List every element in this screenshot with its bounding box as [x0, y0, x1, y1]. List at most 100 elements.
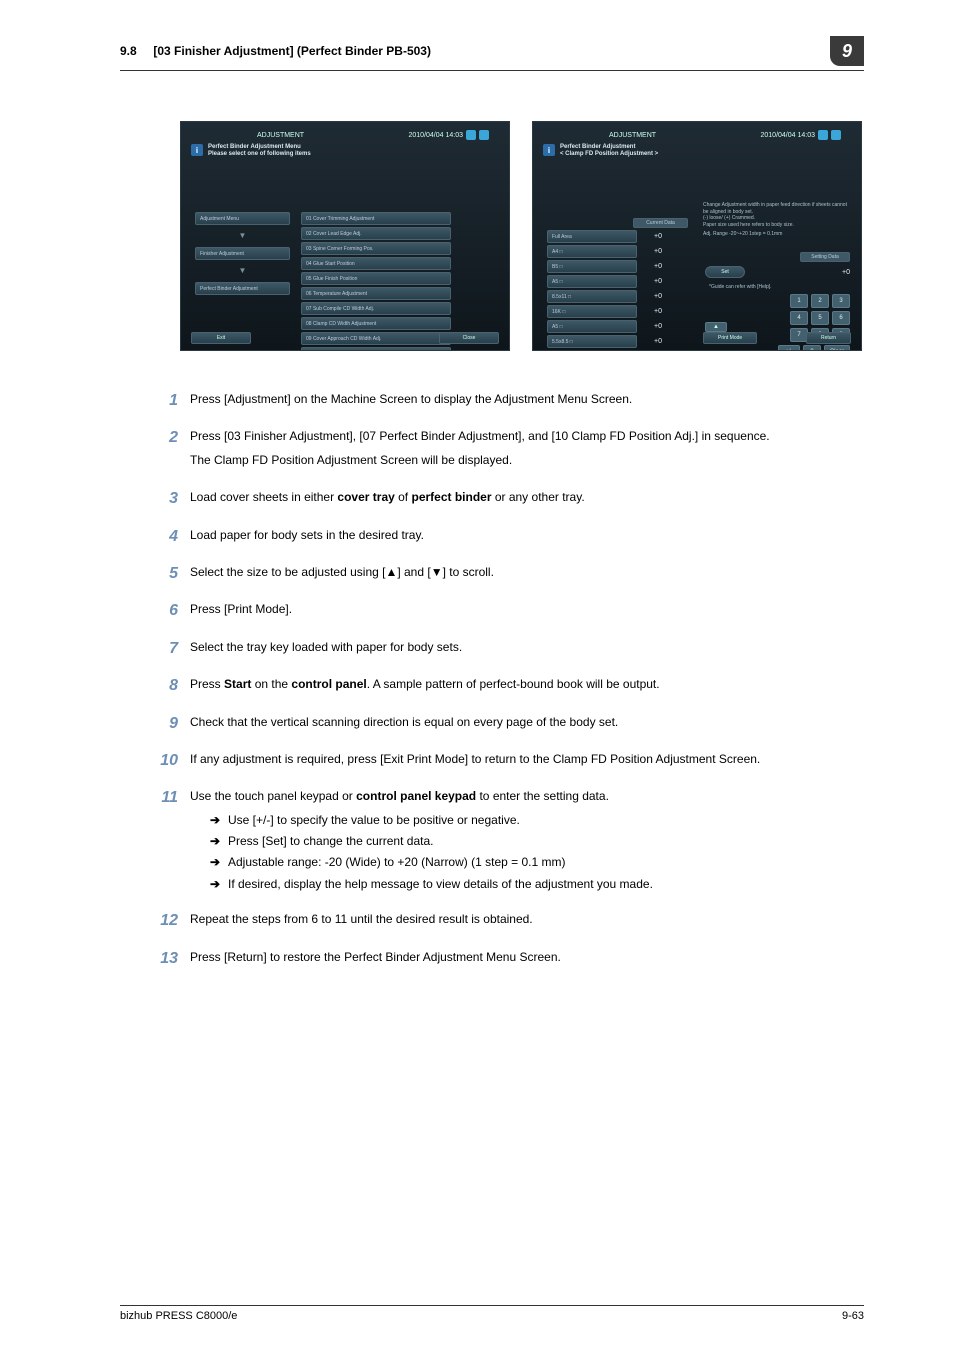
footer-left: bizhub PRESS C8000/e	[120, 1310, 237, 1322]
step: 7Select the tray key loaded with paper f…	[160, 639, 864, 662]
step-body: Select the tray key loaded with paper fo…	[190, 639, 462, 662]
step-number: 7	[160, 639, 190, 662]
list-item[interactable]: 02 Cover Lead Edge Adj.	[301, 227, 451, 240]
size-button[interactable]: B5 □	[547, 260, 637, 273]
size-button[interactable]: Full Area	[547, 230, 637, 243]
keypad-key[interactable]: 5	[811, 311, 829, 325]
size-value: +0	[643, 338, 673, 345]
size-value: +0	[643, 263, 673, 270]
keypad-key[interactable]: 6	[832, 311, 850, 325]
list-item[interactable]: 03 Spine Corner Forming Pos.	[301, 242, 451, 255]
size-button[interactable]: A5 □	[547, 275, 637, 288]
keypad-clear[interactable]: Clear	[824, 345, 850, 351]
table-row: 8.5x11 □+0	[547, 290, 697, 303]
steps-list: 1Press [Adjustment] on the Machine Scree…	[160, 391, 864, 972]
breadcrumb-perfect-binder[interactable]: Perfect Binder Adjustment	[195, 282, 290, 295]
step-number: 13	[160, 949, 190, 972]
info-text: Perfect Binder Adjustment Menu Please se…	[208, 144, 311, 158]
step-text: Check that the vertical scanning directi…	[190, 714, 618, 731]
size-button[interactable]: 16K □	[547, 305, 637, 318]
close-button[interactable]: Close	[439, 332, 499, 344]
list-item[interactable]: 05 Glue Finish Position	[301, 272, 451, 285]
screen-info: i Perfect Binder Adjustment < Clamp FD P…	[543, 144, 851, 158]
info-text: Perfect Binder Adjustment < Clamp FD Pos…	[560, 144, 658, 158]
chapter-badge: 9	[830, 36, 864, 66]
breadcrumb-adjustment[interactable]: Adjustment Menu	[195, 212, 290, 225]
step-text: Press [03 Finisher Adjustment], [07 Perf…	[190, 428, 770, 445]
return-button[interactable]: Return	[806, 332, 851, 344]
keypad-key[interactable]: 2	[811, 294, 829, 308]
step-text: Load cover sheets in either cover tray o…	[190, 489, 585, 506]
screen-datetime: 2010/04/04 14:03	[761, 132, 816, 139]
step-body: Load paper for body sets in the desired …	[190, 527, 424, 550]
exit-button[interactable]: Exit	[191, 332, 251, 344]
step-text: Load paper for body sets in the desired …	[190, 527, 424, 544]
adjustment-list: 01 Cover Trimming Adjustment 02 Cover Le…	[301, 212, 451, 351]
table-row: A4 □+0	[547, 245, 697, 258]
set-button[interactable]: Set	[705, 266, 745, 278]
keypad-key[interactable]: 4	[790, 311, 808, 325]
list-item[interactable]: 07 Sub Compile CD Width Adj.	[301, 302, 451, 315]
arrow-icon: ➔	[210, 833, 228, 850]
scroll-up-button[interactable]: ▲	[705, 322, 727, 332]
screen-clamp-fd-adjustment: ADJUSTMENT 2010/04/04 14:03 i Perfect Bi…	[532, 121, 862, 351]
breadcrumb-menu: Adjustment Menu ▼ Finisher Adjustment ▼ …	[195, 212, 290, 295]
step-body: Repeat the steps from 6 to 11 until the …	[190, 911, 533, 934]
screenshots-row: ADJUSTMENT 2010/04/04 14:03 i Perfect Bi…	[180, 121, 864, 351]
step-number: 1	[160, 391, 190, 414]
step: 2Press [03 Finisher Adjustment], [07 Per…	[160, 428, 864, 475]
help-note: *Guide can refer with [Help].	[709, 284, 850, 290]
chevron-down-icon: ▼	[195, 233, 290, 239]
step: 9Check that the vertical scanning direct…	[160, 714, 864, 737]
size-value: +0	[643, 308, 673, 315]
breadcrumb-finisher[interactable]: Finisher Adjustment	[195, 247, 290, 260]
size-button[interactable]: 8.5x11 □	[547, 290, 637, 303]
step-text: Press [Adjustment] on the Machine Screen…	[190, 391, 632, 408]
step-number: 9	[160, 714, 190, 737]
step: 11Use the touch panel keypad or control …	[160, 788, 864, 897]
info-line1: Perfect Binder Adjustment	[560, 144, 658, 151]
arrow-icon: ➔	[210, 854, 228, 871]
step: 13Press [Return] to restore the Perfect …	[160, 949, 864, 972]
help-icon[interactable]	[831, 130, 841, 140]
keypad-bottom: +/- 0 Clear	[705, 345, 850, 351]
keypad-key[interactable]: 1	[790, 294, 808, 308]
size-button[interactable]: A5 □	[547, 320, 637, 333]
current-data-label: Current Data	[633, 218, 688, 228]
footer-row: bizhub PRESS C8000/e 9-63	[120, 1310, 864, 1322]
keypad-plusminus[interactable]: +/-	[778, 345, 800, 351]
screen-name: ADJUSTMENT	[251, 131, 310, 140]
section-number: 9.8	[120, 44, 137, 58]
keypad-key[interactable]: 0	[803, 345, 821, 351]
help-icon[interactable]	[479, 130, 489, 140]
memory-icon	[466, 130, 476, 140]
screen-bottom-bar: Exit Close	[191, 332, 499, 344]
info-line2: Please select one of following items	[208, 151, 311, 158]
step-body: Press [Adjustment] on the Machine Screen…	[190, 391, 632, 414]
list-item[interactable]: 04 Glue Start Position	[301, 257, 451, 270]
sub-item: ➔Adjustable range: -20 (Wide) to +20 (Na…	[210, 854, 653, 871]
step-body: Press [03 Finisher Adjustment], [07 Perf…	[190, 428, 770, 475]
info-icon: i	[191, 144, 203, 156]
list-item[interactable]: 10 Clamp FD Position Adj.	[301, 347, 451, 351]
sub-item: ➔Press [Set] to change the current data.	[210, 833, 653, 850]
sub-item: ➔If desired, display the help message to…	[210, 876, 653, 893]
screen-topbar: ADJUSTMENT 2010/04/04 14:03	[251, 128, 489, 142]
keypad-key[interactable]: 3	[832, 294, 850, 308]
footer-right: 9-63	[842, 1310, 864, 1322]
step-number: 5	[160, 564, 190, 587]
size-rows: Full Area+0 A4 □+0 B5 □+0 A5 □+0 8.5x11 …	[547, 230, 697, 348]
list-item[interactable]: 08 Clamp CD Width Adjustment	[301, 317, 451, 330]
size-button[interactable]: A4 □	[547, 245, 637, 258]
sub-list: ➔Use [+/-] to specify the value to be po…	[190, 812, 653, 894]
list-item[interactable]: 06 Temperature Adjustment	[301, 287, 451, 300]
header-title: 9.8 [03 Finisher Adjustment] (Perfect Bi…	[120, 44, 431, 58]
list-item[interactable]: 01 Cover Trimming Adjustment	[301, 212, 451, 225]
step: 6Press [Print Mode].	[160, 601, 864, 624]
step: 12Repeat the steps from 6 to 11 until th…	[160, 911, 864, 934]
step: 8Press Start on the control panel. A sam…	[160, 676, 864, 699]
table-row: A5 □+0	[547, 275, 697, 288]
step-body: Press Start on the control panel. A samp…	[190, 676, 660, 699]
print-mode-button[interactable]: Print Mode	[703, 332, 757, 344]
size-button[interactable]: 5.5x8.5 □	[547, 335, 637, 348]
